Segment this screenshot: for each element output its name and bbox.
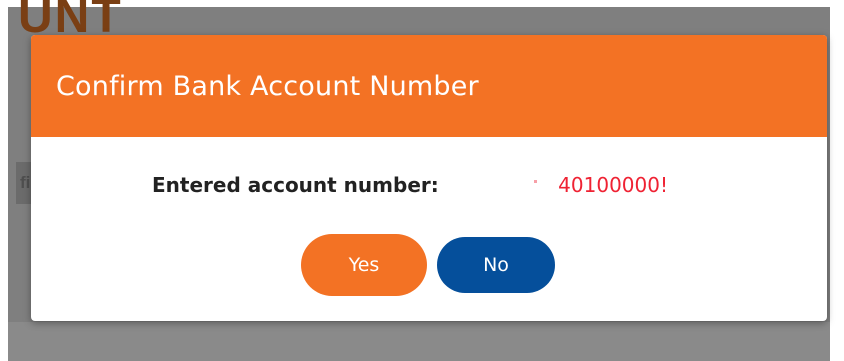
dialog-body: Entered account number: 40100000! Yes No	[31, 137, 827, 321]
entered-account-label: Entered account number:	[152, 173, 439, 197]
background-footer-band	[8, 322, 830, 361]
dialog-title: Confirm Bank Account Number	[56, 70, 479, 102]
yes-button[interactable]: Yes	[301, 234, 427, 296]
screen: UNT fil Confirm Bank Account Number Ente…	[0, 0, 844, 361]
account-number-value: 40100000!	[558, 173, 668, 197]
confirm-account-dialog: Confirm Bank Account Number Entered acco…	[31, 35, 827, 321]
dialog-header: Confirm Bank Account Number	[31, 35, 827, 137]
no-button[interactable]: No	[437, 237, 555, 293]
